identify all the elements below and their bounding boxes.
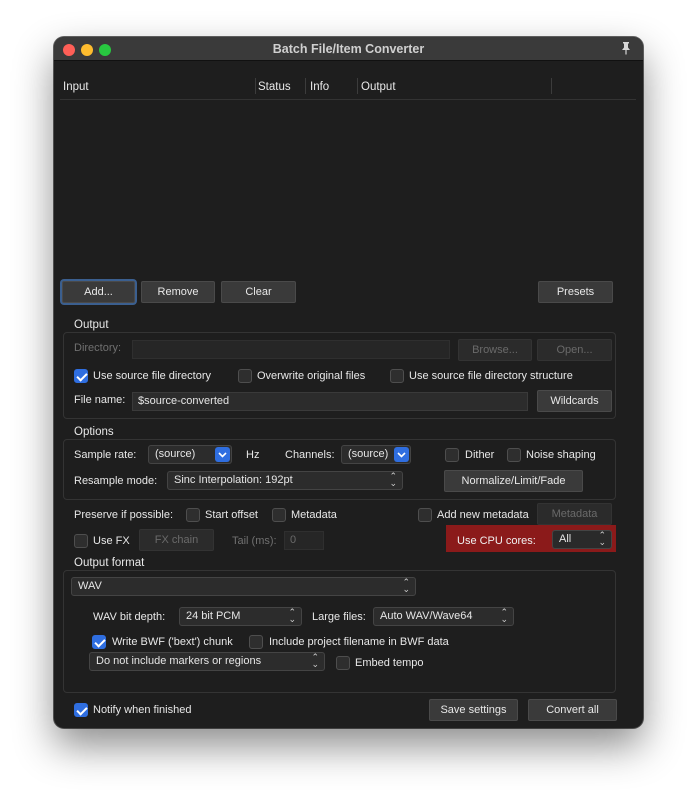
output-heading: Output — [74, 319, 109, 331]
sample-rate-label: Sample rate: — [74, 449, 137, 461]
include-project-checkbox[interactable] — [249, 635, 263, 649]
embed-tempo-label: Embed tempo — [355, 657, 424, 669]
pin-icon[interactable] — [619, 41, 633, 55]
clear-button[interactable]: Clear — [221, 281, 296, 303]
resample-mode-label: Resample mode: — [74, 475, 158, 487]
window-title: Batch File/Item Converter — [272, 42, 425, 56]
column-separator[interactable] — [357, 78, 358, 94]
updown-chevron-icon: ⌃ ⌄ — [389, 471, 397, 488]
tail-input: 0 — [284, 531, 324, 550]
bit-depth-label: WAV bit depth: — [93, 611, 166, 623]
options-heading: Options — [74, 426, 114, 438]
add-new-metadata-checkbox[interactable] — [418, 508, 432, 522]
dither-checkbox[interactable] — [445, 448, 459, 462]
noise-shaping-checkbox[interactable] — [507, 448, 521, 462]
normalize-button[interactable]: Normalize/Limit/Fade — [444, 470, 583, 492]
title-bar: Batch File/Item Converter — [54, 37, 643, 61]
cpu-cores-select[interactable]: All ⌃ ⌄ — [552, 530, 612, 549]
list-header-divider — [60, 99, 636, 100]
tail-label: Tail (ms): — [232, 535, 277, 547]
markers-select[interactable]: Do not include markers or regions ⌃ ⌄ — [89, 652, 325, 671]
overwrite-label: Overwrite original files — [257, 370, 366, 382]
updown-chevron-icon: ⌃ ⌄ — [288, 607, 296, 624]
large-files-label: Large files: — [312, 611, 366, 623]
add-button[interactable]: Add... — [62, 281, 135, 303]
start-offset-checkbox[interactable] — [186, 508, 200, 522]
convert-all-button[interactable]: Convert all — [528, 699, 617, 721]
chevron-down-icon — [394, 447, 409, 462]
chevron-down-icon — [215, 447, 230, 462]
format-value: WAV — [78, 580, 102, 592]
column-header-output[interactable]: Output — [361, 81, 396, 93]
use-source-structure-checkbox[interactable] — [390, 369, 404, 383]
metadata-button: Metadata — [537, 503, 612, 525]
browse-button: Browse... — [458, 339, 532, 361]
use-fx-checkbox[interactable] — [74, 534, 88, 548]
hz-label: Hz — [246, 449, 260, 461]
embed-tempo-checkbox[interactable] — [336, 656, 350, 670]
wildcards-button[interactable]: Wildcards — [537, 390, 612, 412]
bit-depth-value: 24 bit PCM — [186, 610, 241, 622]
dither-label: Dither — [465, 449, 495, 461]
overwrite-checkbox[interactable] — [238, 369, 252, 383]
markers-value: Do not include markers or regions — [96, 655, 262, 667]
cpu-cores-label: Use CPU cores: — [457, 535, 536, 547]
sample-rate-value: (source) — [155, 448, 196, 460]
metadata-label: Metadata — [291, 509, 337, 521]
remove-button[interactable]: Remove — [141, 281, 215, 303]
large-files-value: Auto WAV/Wave64 — [380, 610, 473, 622]
output-format-heading: Output format — [74, 557, 145, 569]
presets-button[interactable]: Presets — [538, 281, 613, 303]
column-separator[interactable] — [551, 78, 552, 94]
metadata-checkbox[interactable] — [272, 508, 286, 522]
resample-mode-value: Sinc Interpolation: 192pt — [174, 474, 293, 486]
use-source-structure-label: Use source file directory structure — [409, 370, 573, 382]
filename-input[interactable]: $source-converted — [132, 392, 528, 411]
open-button: Open... — [537, 339, 612, 361]
include-project-label: Include project filename in BWF data — [269, 636, 449, 648]
channels-select[interactable]: (source) — [341, 445, 411, 464]
column-separator[interactable] — [255, 78, 256, 94]
format-select[interactable]: WAV ⌃ ⌄ — [71, 577, 416, 596]
channels-label: Channels: — [285, 449, 335, 461]
filename-label: File name: — [74, 394, 126, 406]
notify-checkbox[interactable] — [74, 703, 88, 717]
use-source-dir-checkbox[interactable] — [74, 369, 88, 383]
start-offset-label: Start offset — [205, 509, 258, 521]
bwf-checkbox[interactable] — [92, 635, 106, 649]
column-header-status[interactable]: Status — [258, 81, 291, 93]
notify-label: Notify when finished — [93, 704, 192, 716]
directory-label: Directory: — [74, 342, 122, 354]
sample-rate-select[interactable]: (source) — [148, 445, 232, 464]
bwf-label: Write BWF ('bext') chunk — [112, 636, 233, 648]
resample-mode-select[interactable]: Sinc Interpolation: 192pt ⌃ ⌄ — [167, 471, 403, 490]
batch-converter-window: Batch File/Item Converter Input Status I… — [54, 37, 643, 728]
directory-field — [132, 340, 450, 359]
channels-value: (source) — [348, 448, 389, 460]
updown-chevron-icon: ⌃ ⌄ — [402, 577, 410, 594]
fx-chain-button: FX chain — [139, 529, 214, 551]
use-fx-label: Use FX — [93, 535, 130, 547]
updown-chevron-icon: ⌃ ⌄ — [598, 530, 606, 547]
file-list[interactable] — [60, 75, 637, 273]
column-header-input[interactable]: Input — [63, 81, 89, 93]
noise-shaping-label: Noise shaping — [526, 449, 596, 461]
use-source-dir-label: Use source file directory — [93, 370, 211, 382]
column-separator[interactable] — [305, 78, 306, 94]
updown-chevron-icon: ⌃ ⌄ — [311, 652, 319, 669]
updown-chevron-icon: ⌃ ⌄ — [500, 607, 508, 624]
large-files-select[interactable]: Auto WAV/Wave64 ⌃ ⌄ — [373, 607, 514, 626]
preserve-label: Preserve if possible: — [74, 509, 174, 521]
bit-depth-select[interactable]: 24 bit PCM ⌃ ⌄ — [179, 607, 302, 626]
column-header-info[interactable]: Info — [310, 81, 329, 93]
cpu-cores-value: All — [559, 533, 572, 545]
save-settings-button[interactable]: Save settings — [429, 699, 518, 721]
add-new-metadata-label: Add new metadata — [437, 509, 529, 521]
